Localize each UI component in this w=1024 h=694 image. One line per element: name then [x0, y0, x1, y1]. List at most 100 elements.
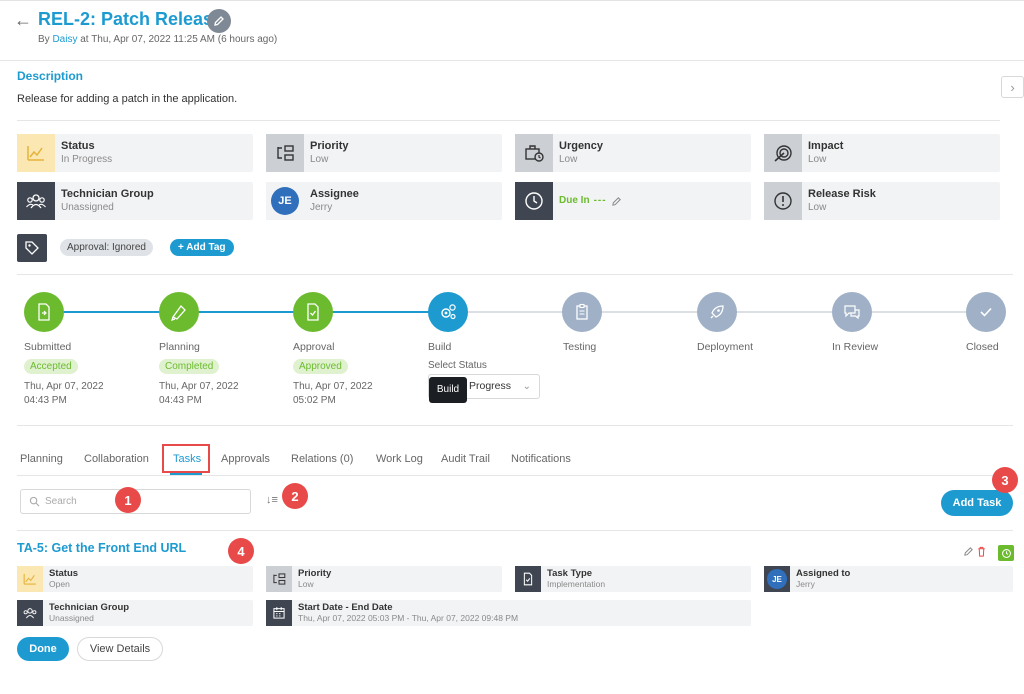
document-arrow-icon	[38, 303, 50, 321]
search-icon	[29, 496, 40, 507]
field-label: Release Risk	[808, 188, 876, 200]
priority-icon	[266, 134, 304, 172]
task-date-range-field[interactable]: Start Date - End Date Thu, Apr 07, 2022 0…	[266, 600, 751, 626]
pencil-icon[interactable]	[611, 196, 622, 207]
sort-icon[interactable]: ↓≡	[266, 494, 278, 506]
add-task-button[interactable]: Add Task	[941, 490, 1013, 516]
stage-testing[interactable]	[562, 292, 602, 332]
callout-badge: 2	[282, 483, 308, 509]
tab-audit-trail[interactable]: Audit Trail	[441, 453, 490, 465]
field-value: Low	[808, 202, 827, 213]
stage-date-time: 04:43 PM	[24, 395, 67, 406]
chat-bubbles-icon	[844, 305, 860, 320]
edit-title-button[interactable]	[207, 9, 231, 33]
status-field[interactable]: Status In Progress	[17, 134, 253, 172]
task-assigned-to-field[interactable]: JE Assigned to Jerry	[764, 566, 1013, 592]
tag-icon	[17, 234, 47, 262]
author-link[interactable]: Daisy	[52, 34, 77, 45]
release-detail-page: ← REL-2: Patch Release By Daisy at Thu, …	[0, 0, 1024, 694]
stage-build[interactable]	[428, 292, 468, 332]
document-check-icon	[307, 303, 319, 321]
done-button[interactable]: Done	[17, 637, 69, 661]
task-priority-field[interactable]: Priority Low	[266, 566, 502, 592]
select-status-label: Select Status	[428, 360, 487, 371]
tab-notifications[interactable]: Notifications	[511, 453, 571, 465]
field-value: Unassigned	[49, 613, 94, 623]
description-heading: Description	[17, 69, 84, 83]
stage-deployment[interactable]	[697, 292, 737, 332]
expand-panel-button[interactable]: ›	[1001, 76, 1024, 98]
due-in-label: Due In	[559, 195, 590, 206]
urgency-field[interactable]: Urgency Low	[515, 134, 751, 172]
field-value: Low	[298, 579, 314, 589]
arrow-left-icon[interactable]: ←	[14, 10, 32, 31]
field-label: Assignee	[310, 188, 359, 200]
view-details-button[interactable]: View Details	[77, 637, 163, 661]
field-label: Status	[61, 140, 95, 152]
field-value: Open	[49, 579, 70, 589]
field-value: In Progress	[61, 154, 113, 165]
rocket-icon	[710, 305, 724, 319]
stage-planning[interactable]	[159, 292, 199, 332]
field-label: Technician Group	[61, 188, 154, 200]
avatar: JE	[767, 569, 787, 589]
field-value: Unassigned	[61, 202, 114, 213]
approval-tag[interactable]: Approval: Ignored	[60, 239, 153, 256]
field-label: Priority	[310, 140, 349, 152]
tab-relations[interactable]: Relations (0)	[291, 453, 353, 465]
impact-field[interactable]: Impact Low	[764, 134, 1000, 172]
tab-planning[interactable]: Planning	[20, 453, 63, 465]
add-tag-button[interactable]: + Add Tag	[170, 239, 234, 256]
field-value: Low	[808, 154, 827, 165]
tab-work-log[interactable]: Work Log	[376, 453, 423, 465]
task-status-field[interactable]: Status Open	[17, 566, 253, 592]
stage-status-badge: Accepted	[24, 359, 78, 374]
release-risk-field[interactable]: Release Risk Low	[764, 182, 1000, 220]
by-prefix: By	[38, 34, 50, 45]
stage-date-day: Thu, Apr 07, 2022	[159, 381, 239, 392]
due-in-field[interactable]: Due In ---	[515, 182, 751, 220]
priority-field[interactable]: Priority Low	[266, 134, 502, 172]
stage-date-time: 04:43 PM	[159, 395, 202, 406]
task-title-link[interactable]: TA-5: Get the Front End URL	[17, 541, 186, 555]
check-icon	[980, 307, 992, 317]
task-technician-group-field[interactable]: Technician Group Unassigned	[17, 600, 253, 626]
stage-name: In Review	[832, 341, 879, 353]
field-label: Priority	[298, 568, 332, 579]
assignee-field[interactable]: JE Assignee Jerry	[266, 182, 502, 220]
stage-date-time: 05:02 PM	[293, 395, 336, 406]
stage-status-badge: Approved	[293, 359, 348, 374]
stage-approval[interactable]	[293, 292, 333, 332]
stage-name: Submitted	[24, 341, 72, 353]
clock-icon	[515, 182, 553, 220]
stage-name: Approval	[293, 341, 335, 353]
stage-name: Deployment	[697, 341, 754, 353]
field-value: Jerry	[310, 202, 333, 213]
callout-badge: 3	[992, 467, 1018, 493]
technician-group-field[interactable]: Technician Group Unassigned	[17, 182, 253, 220]
progress-line-done	[44, 311, 449, 313]
chevron-right-icon: ›	[1010, 79, 1015, 95]
field-label: Start Date - End Date	[298, 602, 393, 613]
avatar: JE	[271, 187, 299, 215]
stage-submitted[interactable]	[24, 292, 64, 332]
alert-circle-icon	[764, 182, 802, 220]
due-in-value: ---	[593, 195, 607, 206]
top-divider	[0, 0, 1024, 1]
field-label: Assigned to	[796, 568, 851, 579]
field-label: Task Type	[547, 568, 593, 579]
task-actions	[963, 546, 987, 557]
tab-approvals[interactable]: Approvals	[221, 453, 270, 465]
pencil-icon[interactable]	[963, 546, 974, 557]
callout-badge: 1	[115, 487, 141, 513]
stage-date-day: Thu, Apr 07, 2022	[24, 381, 104, 392]
stage-in-review[interactable]	[832, 292, 872, 332]
task-timer-button[interactable]	[998, 545, 1014, 561]
stage-date-day: Thu, Apr 07, 2022	[293, 381, 373, 392]
task-type-field[interactable]: Task Type Implementation	[515, 566, 751, 592]
trash-icon[interactable]	[976, 546, 987, 557]
stages-divider	[17, 425, 1013, 426]
tab-collaboration[interactable]: Collaboration	[84, 453, 149, 465]
stage-date: Thu, Apr 07, 2022 04:43 PM	[159, 380, 239, 408]
stage-closed[interactable]	[966, 292, 1006, 332]
